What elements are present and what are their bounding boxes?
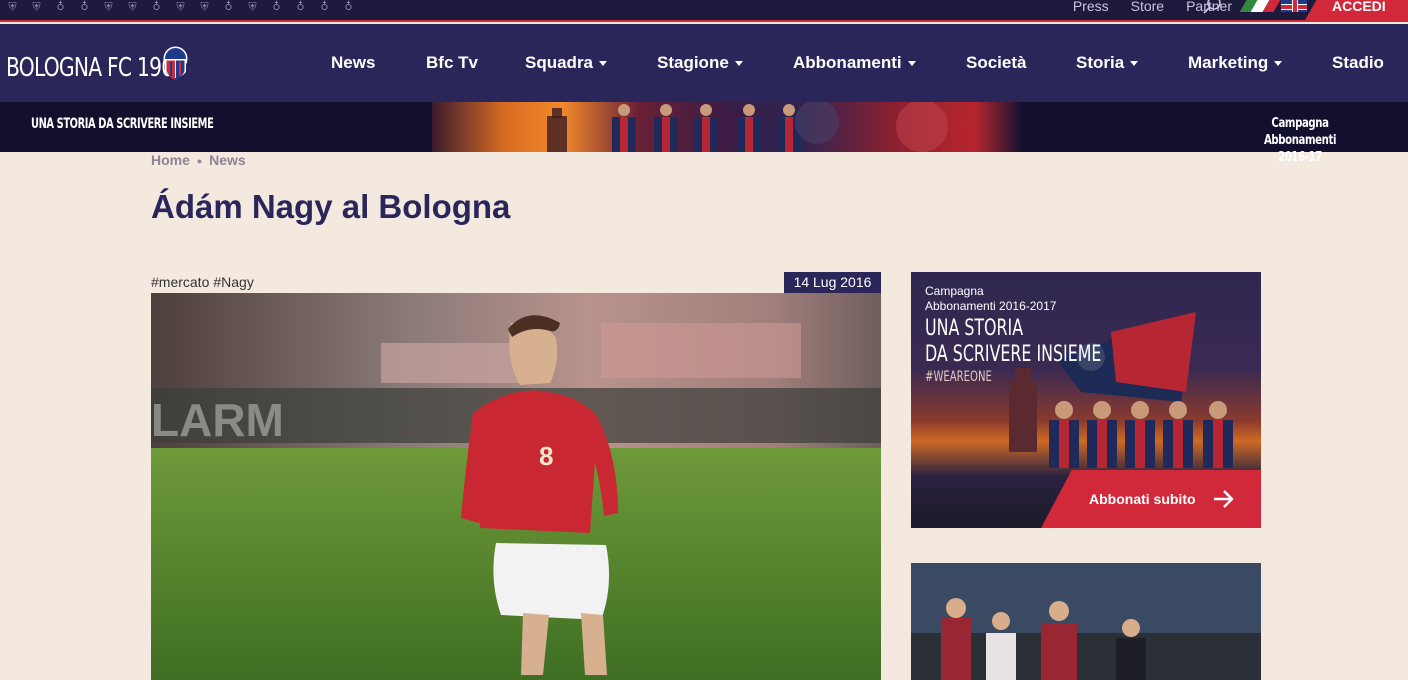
article-hero-image: LARM 8 [151,293,881,680]
ad-subtitle: Campagna Abbonamenti 2016-2017 [925,284,1056,314]
breadcrumb-home[interactable]: Home [151,152,190,168]
cup-icon: ♁ [152,0,161,13]
caret-down-icon [734,61,743,67]
breadcrumb-current[interactable]: News [209,152,246,168]
cup-icon: ♁ [296,0,305,13]
nav-item-societ-[interactable]: Società [966,53,1026,73]
ad-headline: UNA STORIA DA SCRIVERE INSIEME [925,316,1101,368]
caret-down-icon [907,61,916,67]
stadium-board-text: LARM [151,394,284,446]
caret-down-icon [599,61,608,67]
player-stripe-icon [1213,420,1223,468]
shield-icon: ⛨ [248,0,257,13]
player-head-icon [1131,401,1149,419]
ad-subtitle-line2: Abbonamenti 2016-2017 [925,299,1057,313]
player-head-icon [783,104,795,116]
arrow-right-icon [1214,490,1234,508]
player-stripe-icon [745,117,753,152]
nav-item-label: Abbonamenti [793,53,902,72]
shield-icon: ⛨ [176,0,185,13]
player-head-icon [1209,401,1227,419]
player-stripe-icon [785,117,793,152]
nav-item-bfc-tv[interactable]: Bfc Tv [426,53,478,73]
shield-icon: ⛨ [104,0,113,13]
article-tags: #mercato #Nagy [151,274,258,290]
nav-item-label: Marketing [1188,53,1269,72]
nav-item-label: Stadio [1332,53,1384,72]
player-stripe-icon [1173,420,1183,468]
player-stripe-icon [620,117,628,152]
tag-link[interactable]: #mercato [151,274,209,290]
nav-item-label: Squadra [525,53,594,72]
player-stripe-icon [1097,420,1107,468]
shield-icon: ⛨ [200,0,209,13]
cup-icon: ♁ [224,0,233,13]
banner-campaign-line2: 2016-17 [1278,150,1322,165]
banner-campaign-label: Campagna Abbonamenti 2016-17 [1238,115,1363,166]
nav-item-stagione[interactable]: Stagione [657,53,743,73]
caret-down-icon [1274,61,1283,67]
breadcrumb-separator-icon: ● [196,156,203,167]
player-head-icon [1093,401,1111,419]
caret-down-icon [1130,61,1139,67]
ad-hashtag: #WEAREONE [925,369,992,385]
nav-item-abbonamenti[interactable]: Abbonamenti [793,53,916,73]
nav-item-label: News [331,53,376,72]
player-head-icon [660,104,672,116]
nav-item-label: Stagione [657,53,729,72]
page-title: Ádám Nagy al Bologna [151,188,511,225]
nav-item-squadra[interactable]: Squadra [525,53,608,73]
cup-icon: ♁ [80,0,89,13]
banner-slogan: UNA STORIA DA SCRIVERE INSIEME [31,116,214,132]
shirt-number: 8 [539,441,553,471]
player-stripe-icon [702,117,710,152]
banner-campaign-line1: Campagna Abbonamenti [1263,116,1337,148]
shield-icon: ⛨ [8,0,17,13]
player-head-icon [1169,401,1187,419]
player-stripe-icon [1135,420,1145,468]
nav-item-label: Storia [1076,53,1125,72]
nav-item-storia[interactable]: Storia [1076,53,1139,73]
subscribe-button[interactable]: Abbonati subito [1041,470,1261,528]
ad-headline-line2: DA SCRIVERE INSIEME [925,342,1102,367]
campaign-banner-strip[interactable]: UNA STORIA DA SCRIVERE INSIEME Campagna … [0,102,1408,165]
nav-item-label: Società [966,53,1027,72]
player-stripe-icon [1059,420,1069,468]
article-date-badge: 14 Lug 2016 [784,272,881,294]
cup-icon: ♁ [344,0,353,13]
historic-match-photo[interactable] [911,563,1261,680]
season-ticket-ad[interactable]: Campagna Abbonamenti 2016-2017 UNA STORI… [911,272,1261,528]
player-head-icon [700,104,712,116]
english-flag-icon[interactable] [1281,0,1307,12]
shield-icon: ⛨ [32,0,41,13]
top-utility-bar: ⛨ ⛨ ♁ ♁ ⛨ ⛨ ♁ ⛨ ⛨ ♁ ⛨ ♁ ♁ ♁ ♁ Press Store Partner ACCE… [0,0,1408,22]
main-navigation: BOLOGNA FC 1909 News Bfc Tv Squadra Stagion… [0,24,1408,102]
subscribe-button-label: Abbonati subito [1089,491,1196,507]
nav-item-news[interactable]: News [331,53,375,73]
italian-flag-icon[interactable] [1239,0,1281,12]
cup-icon: ♁ [320,0,329,13]
search-icon[interactable] [1202,0,1222,16]
press-link[interactable]: Press [1073,0,1109,14]
ad-subtitle-line1: Campagna [925,284,984,298]
breadcrumb: Home ● News [151,152,246,168]
nav-item-stadio[interactable]: Stadio [1332,53,1384,73]
trophy-row: ⛨ ⛨ ♁ ♁ ⛨ ⛨ ♁ ⛨ ⛨ ♁ ⛨ ♁ ♁ ♁ ♁ [6,0,355,14]
cup-icon: ♁ [272,0,281,13]
nav-item-label: Bfc Tv [426,53,478,72]
nav-item-marketing[interactable]: Marketing [1188,53,1283,73]
shield-icon: ⛨ [128,0,137,13]
login-button[interactable]: ACCEDI [1304,0,1408,22]
players-banner-image [432,102,1022,152]
ad-headline-line1: UNA STORIA [925,316,1024,341]
tag-link[interactable]: #Nagy [213,274,253,290]
player-stripe-icon [662,117,670,152]
store-link[interactable]: Store [1131,0,1164,14]
player-head-icon [743,104,755,116]
player-head-icon [618,104,630,116]
cup-icon: ♁ [56,0,65,13]
player-head-icon [1055,401,1073,419]
